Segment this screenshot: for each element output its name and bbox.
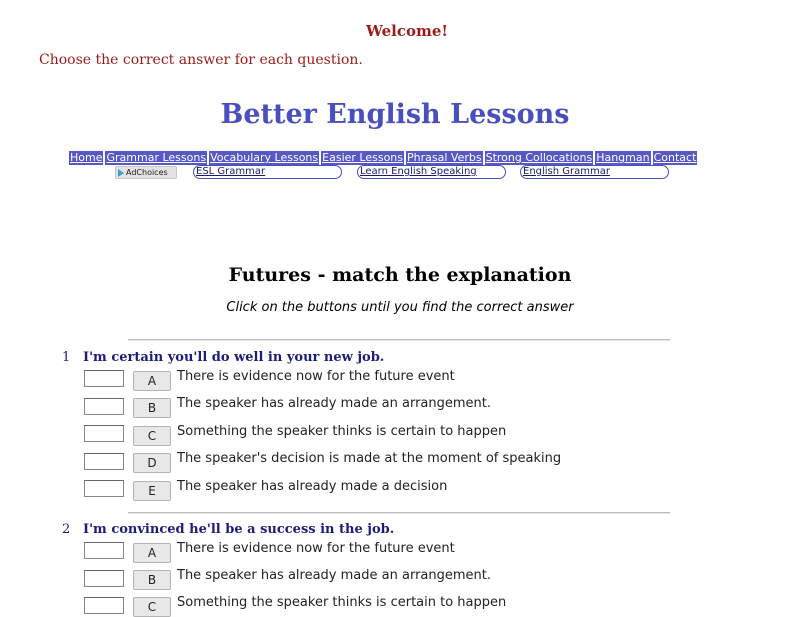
option-text: Something the speaker thinks is certain …: [177, 424, 507, 439]
option-e-button[interactable]: E: [133, 481, 171, 501]
adchoices-badge[interactable]: AdChoices: [115, 166, 177, 179]
nav-strong-collocations[interactable]: Strong Collocations: [484, 151, 594, 165]
question-text: I'm convinced he'll be a success in the …: [83, 522, 395, 537]
option-text: The speaker's decision is made at the mo…: [177, 451, 562, 466]
ad-link-esl-grammar[interactable]: ESL Grammar: [193, 165, 342, 179]
option-c-button[interactable]: C: [133, 426, 171, 446]
option-text: Something the speaker thinks is certain …: [177, 595, 507, 610]
divider: [128, 512, 670, 514]
question-text: I'm certain you'll do well in your new j…: [83, 350, 385, 365]
site-title: Better English Lessons: [220, 99, 570, 130]
nav-phrasal-verbs[interactable]: Phrasal Verbs: [406, 151, 483, 165]
welcome-heading: Welcome!: [365, 22, 448, 40]
divider: [128, 339, 670, 341]
nav-contact[interactable]: Contact: [652, 151, 698, 165]
ad-link-english-grammar[interactable]: English Grammar: [520, 165, 669, 179]
adchoices-label: AdChoices: [126, 168, 168, 177]
question-number: 1: [62, 350, 71, 365]
answer-box: [84, 570, 124, 587]
adchoices-icon: [118, 168, 124, 177]
option-c-button[interactable]: C: [133, 597, 171, 617]
nav-grammar-lessons[interactable]: Grammar Lessons: [105, 151, 208, 165]
answer-box: [84, 542, 124, 559]
answer-box: [84, 370, 124, 387]
option-text: There is evidence now for the future eve…: [177, 369, 455, 384]
option-d-button[interactable]: D: [133, 453, 171, 473]
option-text: The speaker has already made an arrangem…: [177, 396, 491, 411]
main-nav: Home Grammar Lessons Vocabulary Lessons …: [69, 151, 698, 165]
answer-box: [84, 425, 124, 442]
answer-box: [84, 453, 124, 470]
option-text: The speaker has already made a decision: [177, 479, 448, 494]
instructions-text: Choose the correct answer for each quest…: [39, 52, 363, 68]
nav-hangman[interactable]: Hangman: [595, 151, 651, 165]
nav-home[interactable]: Home: [69, 151, 104, 165]
question-number: 2: [62, 522, 71, 537]
option-text: The speaker has already made an arrangem…: [177, 568, 491, 583]
option-b-button[interactable]: B: [133, 398, 171, 418]
ad-link-learn-english-speaking[interactable]: Learn English Speaking: [357, 165, 506, 179]
option-a-button[interactable]: A: [133, 543, 171, 563]
nav-vocabulary-lessons[interactable]: Vocabulary Lessons: [209, 151, 320, 165]
nav-easier-lessons[interactable]: Easier Lessons: [321, 151, 405, 165]
answer-box: [84, 398, 124, 415]
quiz-title: Futures - match the explanation: [228, 264, 572, 286]
option-b-button[interactable]: B: [133, 570, 171, 590]
quiz-subtitle: Click on the buttons until you find the …: [226, 300, 574, 315]
answer-box: [84, 480, 124, 497]
option-text: There is evidence now for the future eve…: [177, 541, 455, 556]
option-a-button[interactable]: A: [133, 371, 171, 391]
